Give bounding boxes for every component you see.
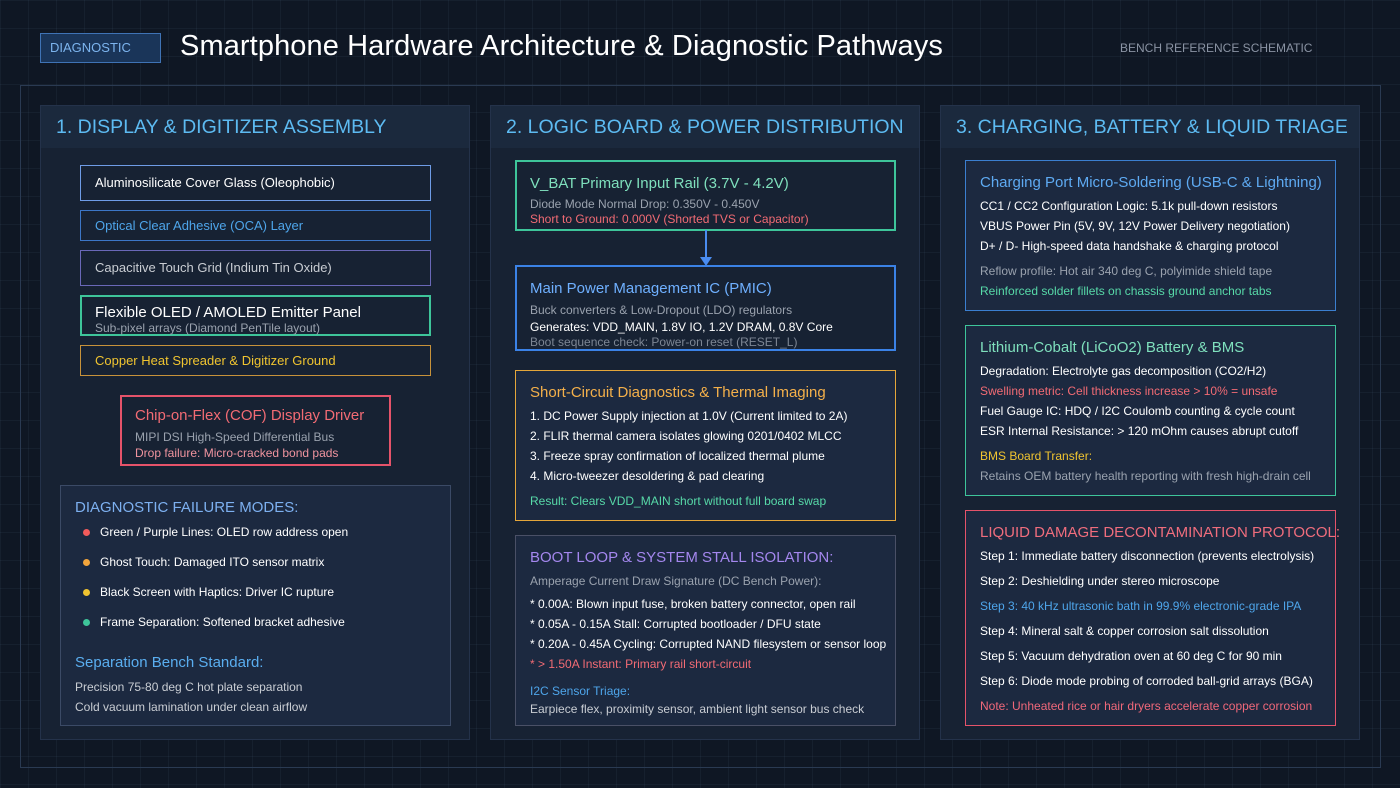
layer-label: Flexible OLED / AMOLED Emitter Panel (95, 304, 361, 321)
short-circuit-step: 1. DC Power Supply injection at 1.0V (Cu… (530, 409, 848, 423)
bench-reference-label: BENCH REFERENCE SCHEMATIC (1120, 41, 1313, 55)
charging-port-box: Charging Port Micro-Soldering (USB-C & L… (965, 160, 1336, 311)
layer-label: Copper Heat Spreader & Digitizer Ground (95, 353, 336, 368)
vbat-line: Diode Mode Normal Drop: 0.350V - 0.450V (530, 197, 760, 211)
layer-touch-grid: Capacitive Touch Grid (Indium Tin Oxide) (80, 250, 431, 286)
battery-line: Fuel Gauge IC: HDQ / I2C Coulomb countin… (980, 404, 1295, 418)
pmic-line: Buck converters & Low-Dropout (LDO) regu… (530, 303, 793, 317)
bench-standard-line: Precision 75-80 deg C hot plate separati… (75, 680, 303, 694)
diagnostic-badge: DIAGNOSTIC (40, 33, 161, 63)
reinforced-fillets: Reinforced solder fillets on chassis gro… (980, 284, 1272, 298)
column-title: 2. LOGIC BOARD & POWER DISTRIBUTION (506, 116, 904, 138)
boot-loop-line: * 0.05A - 0.15A Stall: Corrupted bootloa… (530, 617, 821, 631)
failure-dot-orange (83, 559, 90, 566)
failure-item: Ghost Touch: Damaged ITO sensor matrix (100, 555, 325, 569)
battery-bms-box: Lithium-Cobalt (LiCoO2) Battery & BMS De… (965, 325, 1336, 496)
boot-loop-warning: * > 1.50A Instant: Primary rail short-ci… (530, 657, 752, 671)
bench-standard-title: Separation Bench Standard: (75, 654, 264, 671)
cof-line: MIPI DSI High-Speed Differential Bus (135, 430, 335, 444)
boot-loop-box: BOOT LOOP & SYSTEM STALL ISOLATION: Ampe… (515, 535, 896, 726)
page-title: Smartphone Hardware Architecture & Diagn… (180, 30, 943, 62)
battery-line: ESR Internal Resistance: > 120 mOhm caus… (980, 424, 1299, 438)
short-circuit-step: 3. Freeze spray confirmation of localize… (530, 449, 825, 463)
liquid-damage-title: LIQUID DAMAGE DECONTAMINATION PROTOCOL: (980, 524, 1341, 541)
swelling-metric: Swelling metric: Cell thickness increase… (980, 384, 1278, 398)
liquid-note: Note: Unheated rice or hair dryers accel… (980, 699, 1313, 713)
cof-driver-box: Chip-on-Flex (COF) Display Driver MIPI D… (120, 395, 391, 466)
short-circuit-title: Short-Circuit Diagnostics & Thermal Imag… (530, 384, 826, 401)
layer-cover-glass: Aluminosilicate Cover Glass (Oleophobic) (80, 165, 431, 201)
column-title: 3. CHARGING, BATTERY & LIQUID TRIAGE (956, 116, 1348, 138)
layer-label: Optical Clear Adhesive (OCA) Layer (95, 218, 304, 233)
liquid-damage-box: LIQUID DAMAGE DECONTAMINATION PROTOCOL: … (965, 510, 1340, 726)
charging-port-line: D+ / D- High-speed data handshake & char… (980, 239, 1279, 253)
short-circuit-box: Short-Circuit Diagnostics & Thermal Imag… (515, 370, 896, 521)
liquid-step: Step 6: Diode mode probing of corroded b… (980, 674, 1313, 688)
bench-standard-line: Cold vacuum lamination under clean airfl… (75, 700, 308, 714)
layer-sublabel: Sub-pixel arrays (Diamond PenTile layout… (95, 321, 320, 335)
pmic-title: Main Power Management IC (PMIC) (530, 280, 772, 297)
boot-loop-line: * 0.00A: Blown input fuse, broken batter… (530, 597, 856, 611)
layer-label: Capacitive Touch Grid (Indium Tin Oxide) (95, 260, 332, 275)
liquid-step: Step 2: Deshielding under stereo microsc… (980, 574, 1220, 588)
pmic-box: Main Power Management IC (PMIC) Buck con… (515, 265, 896, 351)
i2c-line: Earpiece flex, proximity sensor, ambient… (530, 702, 865, 716)
charging-port-title: Charging Port Micro-Soldering (USB-C & L… (980, 174, 1322, 191)
charging-port-line: CC1 / CC2 Configuration Logic: 5.1k pull… (980, 199, 1278, 213)
failure-item: Frame Separation: Softened bracket adhes… (100, 615, 345, 629)
liquid-step: Step 5: Vacuum dehydration oven at 60 de… (980, 649, 1282, 663)
boot-loop-title: BOOT LOOP & SYSTEM STALL ISOLATION: (530, 549, 834, 566)
liquid-step: Step 1: Immediate battery disconnection … (980, 549, 1315, 563)
vbat-line: Short to Ground: 0.000V (Shorted TVS or … (530, 212, 809, 226)
layer-oled-panel: Flexible OLED / AMOLED Emitter Panel Sub… (80, 295, 431, 336)
bms-title: BMS Board Transfer: (980, 449, 1093, 463)
bms-line: Retains OEM battery health reporting wit… (980, 469, 1311, 483)
power-flow-arrow (700, 230, 712, 266)
short-circuit-step: 4. Micro-tweezer desoldering & pad clear… (530, 469, 765, 483)
failure-modes-title: DIAGNOSTIC FAILURE MODES: (75, 499, 299, 516)
failure-dot-red (83, 529, 90, 536)
layer-copper-spreader: Copper Heat Spreader & Digitizer Ground (80, 345, 431, 376)
pmic-line: Boot sequence check: Power-on reset (RES… (530, 335, 798, 349)
vbat-rail-box: V_BAT Primary Input Rail (3.7V - 4.2V) D… (515, 160, 896, 231)
pmic-line: Generates: VDD_MAIN, 1.8V IO, 1.2V DRAM,… (530, 320, 833, 334)
reflow-profile: Reflow profile: Hot air 340 deg C, polyi… (980, 264, 1273, 278)
vbat-title: V_BAT Primary Input Rail (3.7V - 4.2V) (530, 175, 789, 192)
failure-dot-yellow (83, 589, 90, 596)
battery-title: Lithium-Cobalt (LiCoO2) Battery & BMS (980, 339, 1245, 356)
liquid-step: Step 4: Mineral salt & copper corrosion … (980, 624, 1269, 638)
cof-line: Drop failure: Micro-cracked bond pads (135, 446, 339, 460)
battery-line: Degradation: Electrolyte gas decompositi… (980, 364, 1267, 378)
failure-item: Green / Purple Lines: OLED row address o… (100, 525, 349, 539)
charging-port-line: VBUS Power Pin (5V, 9V, 12V Power Delive… (980, 219, 1290, 233)
short-circuit-step: 2. FLIR thermal camera isolates glowing … (530, 429, 842, 443)
boot-loop-line: * 0.20A - 0.45A Cycling: Corrupted NAND … (530, 637, 887, 651)
layer-oca: Optical Clear Adhesive (OCA) Layer (80, 210, 431, 241)
short-circuit-result: Result: Clears VDD_MAIN short without fu… (530, 494, 827, 508)
cof-title: Chip-on-Flex (COF) Display Driver (135, 407, 365, 424)
failure-item: Black Screen with Haptics: Driver IC rup… (100, 585, 335, 599)
failure-modes-panel: DIAGNOSTIC FAILURE MODES: Green / Purple… (60, 485, 451, 726)
column-title: 1. DISPLAY & DIGITIZER ASSEMBLY (56, 116, 387, 138)
liquid-step: Step 3: 40 kHz ultrasonic bath in 99.9% … (980, 599, 1302, 613)
layer-label: Aluminosilicate Cover Glass (Oleophobic) (95, 175, 335, 190)
i2c-title: I2C Sensor Triage: (530, 684, 631, 698)
boot-loop-subtitle: Amperage Current Draw Signature (DC Benc… (530, 574, 822, 588)
failure-dot-green (83, 619, 90, 626)
